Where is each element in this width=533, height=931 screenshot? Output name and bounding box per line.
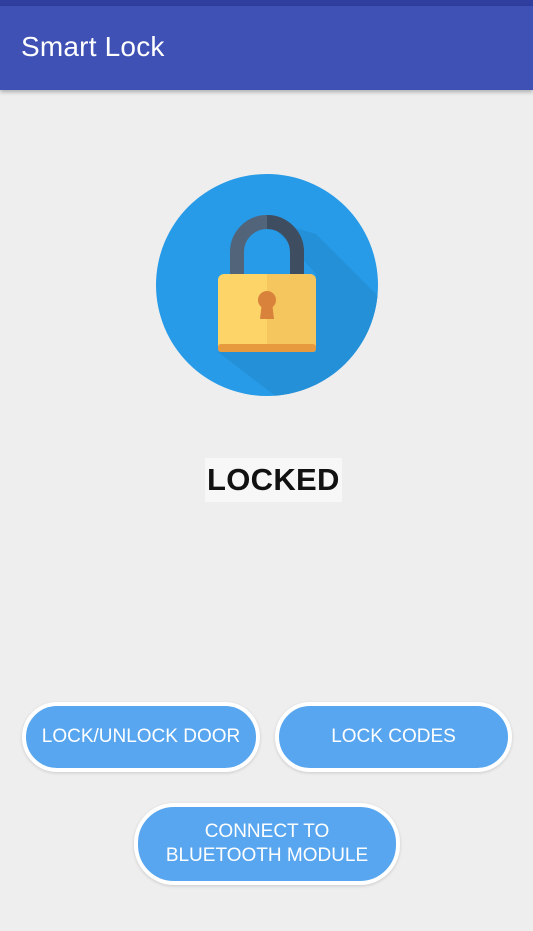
app-bar: Smart Lock xyxy=(0,6,533,90)
padlock-icon xyxy=(156,174,378,396)
lock-unlock-door-label: LOCK/UNLOCK DOOR xyxy=(41,726,241,747)
connect-bluetooth-label: CONNECT TO BLUETOOTH MODULE xyxy=(165,821,369,866)
connect-bluetooth-button[interactable]: CONNECT TO BLUETOOTH MODULE xyxy=(134,803,400,885)
lock-codes-label: LOCK CODES xyxy=(331,726,456,747)
lock-status-label: LOCKED xyxy=(205,458,342,502)
lock-codes-button[interactable]: LOCK CODES xyxy=(275,702,512,772)
lock-unlock-door-button[interactable]: LOCK/UNLOCK DOOR xyxy=(22,702,260,772)
app-title: Smart Lock xyxy=(21,31,165,62)
